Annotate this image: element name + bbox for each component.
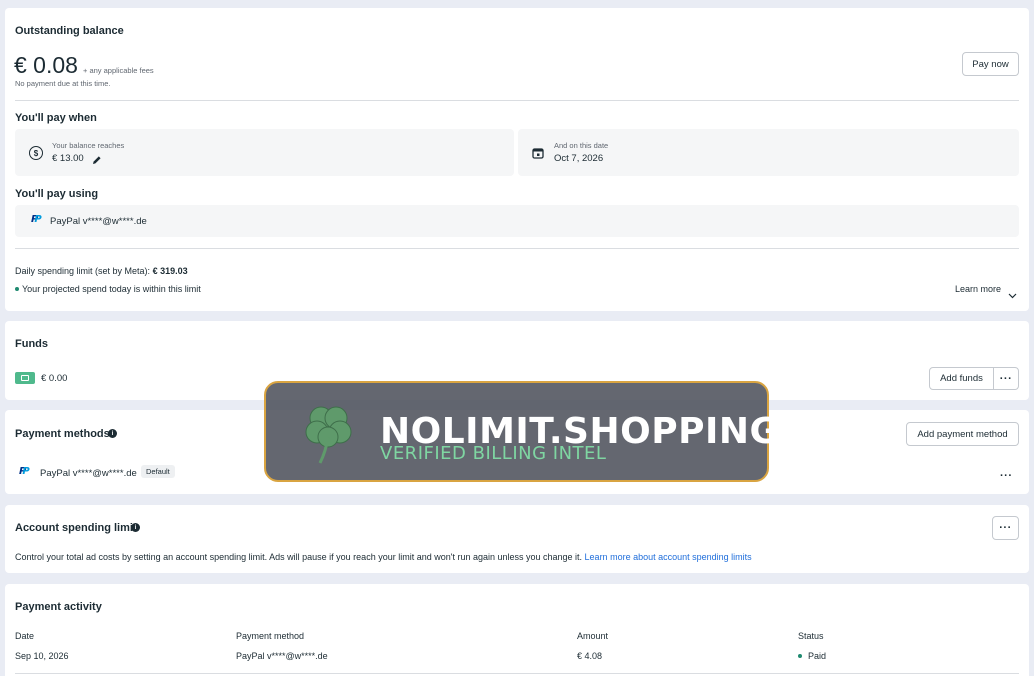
pay-now-button[interactable]: Pay now	[962, 52, 1019, 76]
payment-activity-card: Payment activity Date Payment method Amo…	[5, 584, 1029, 676]
spending-limit-description: Control your total ad costs by setting a…	[15, 552, 752, 562]
more-icon: ···	[999, 372, 1013, 385]
pencil-icon[interactable]	[92, 152, 102, 170]
column-header-status[interactable]: Status	[798, 631, 824, 641]
balance-amount: € 0.08	[14, 52, 78, 78]
paypal-icon: PP	[31, 214, 42, 225]
pay-using-method: PayPal v****@w****.de	[50, 216, 147, 227]
column-header-amount[interactable]: Amount	[577, 631, 608, 641]
column-header-payment-method[interactable]: Payment method	[236, 631, 304, 641]
row-date: Sep 10, 2026	[15, 651, 69, 661]
more-icon: ···	[999, 522, 1012, 534]
watermark-subtitle: VERIFIED BILLING INTEL	[380, 443, 607, 464]
clover-icon	[300, 401, 360, 470]
coin-icon: $	[29, 146, 43, 160]
status-dot	[798, 654, 802, 658]
payment-method-more-icon[interactable]: ···	[1000, 471, 1013, 482]
watermark-overlay: NOLIMIT.SHOPPING VERIFIED BILLING INTEL	[264, 381, 779, 482]
calendar-icon	[532, 146, 544, 164]
spending-limit-link[interactable]: Learn more about account spending limits	[585, 552, 752, 562]
spending-limit-title: Account spending limit	[15, 522, 137, 534]
spending-limit-more-button[interactable]: ···	[992, 516, 1019, 540]
date-label: And on this date	[554, 141, 609, 150]
daily-limit-value: € 319.03	[152, 266, 188, 276]
row-payment-method: PayPal v****@w****.de	[236, 651, 328, 661]
daily-limit: Daily spending limit (set by Meta): € 31…	[15, 266, 188, 276]
default-badge: Default	[141, 465, 175, 478]
pay-using-box: PP PayPal v****@w****.de	[15, 205, 1019, 237]
divider	[15, 100, 1019, 101]
due-note: No payment due at this time.	[15, 79, 111, 88]
threshold-box: $ Your balance reaches € 13.00	[15, 129, 514, 176]
threshold-value: € 13.00	[52, 153, 84, 164]
payment-methods-title: Payment methods	[15, 428, 110, 440]
date-box: And on this date Oct 7, 2026	[518, 129, 1019, 176]
date-value: Oct 7, 2026	[554, 153, 604, 164]
divider	[15, 673, 1019, 674]
outstanding-balance-title: Outstanding balance	[15, 25, 124, 37]
spending-limit-text: Control your total ad costs by setting a…	[15, 552, 583, 562]
payment-activity-title: Payment activity	[15, 601, 102, 613]
learn-more-link[interactable]: Learn more	[955, 284, 1001, 294]
pay-using-title: You'll pay using	[15, 188, 99, 200]
pay-when-title: You'll pay when	[15, 112, 97, 124]
funds-title: Funds	[15, 338, 48, 350]
account-spending-limit-card: Account spending limit i ··· Control you…	[5, 505, 1029, 573]
billing-summary-card: Outstanding balance € 0.08 + any applica…	[5, 8, 1029, 311]
funds-icon	[15, 372, 35, 384]
paypal-icon: PP	[19, 466, 30, 477]
add-funds-button[interactable]: Add funds	[929, 367, 994, 390]
chevron-down-icon[interactable]	[1008, 286, 1017, 304]
divider	[15, 248, 1019, 249]
info-icon[interactable]: i	[131, 523, 140, 532]
info-icon[interactable]: i	[108, 429, 117, 438]
add-payment-method-button[interactable]: Add payment method	[906, 422, 1019, 446]
daily-limit-status: Your projected spend today is within thi…	[22, 284, 201, 294]
row-status: Paid	[808, 651, 827, 661]
threshold-label: Your balance reaches	[52, 141, 125, 150]
daily-limit-label: Daily spending limit (set by Meta):	[15, 266, 153, 276]
fees-note: + any applicable fees	[83, 66, 154, 75]
funds-amount: € 0.00	[41, 373, 68, 384]
status-dot	[15, 287, 19, 291]
funds-more-button[interactable]: ···	[993, 367, 1019, 390]
payment-method-name: PayPal v****@w****.de	[40, 468, 137, 479]
column-header-date[interactable]: Date	[15, 631, 34, 641]
row-amount: € 4.08	[577, 651, 603, 661]
